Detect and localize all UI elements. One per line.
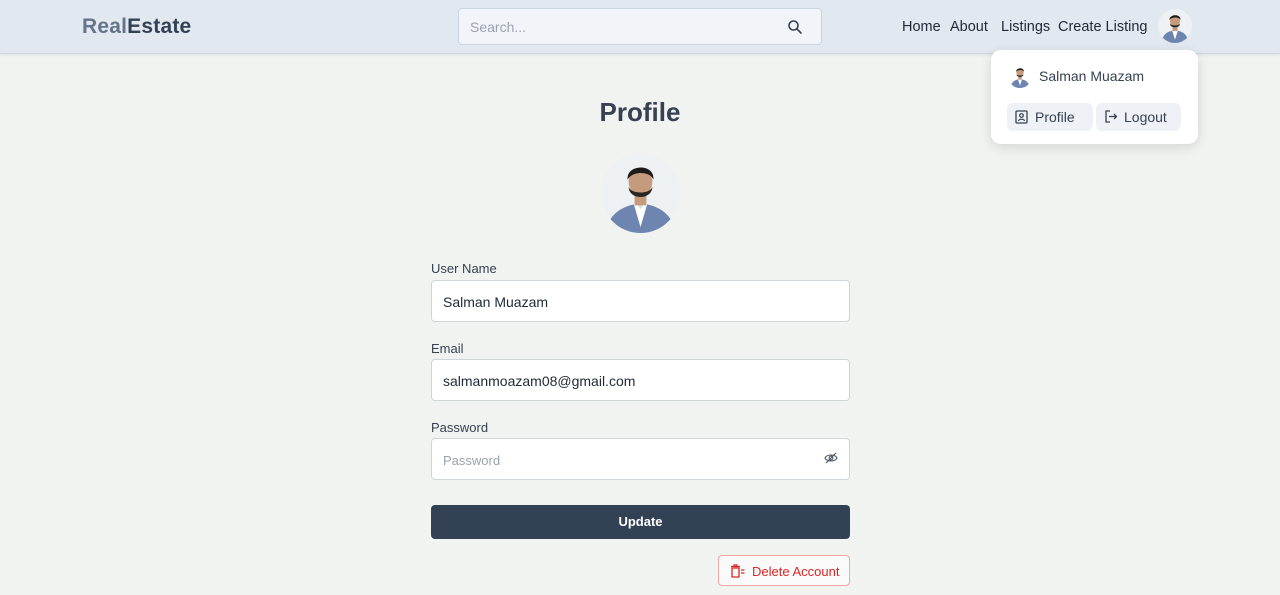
dropdown-avatar	[1008, 64, 1032, 88]
password-input[interactable]	[443, 450, 803, 470]
nav-link-home[interactable]: Home	[902, 19, 941, 35]
avatar-image	[1008, 64, 1032, 88]
top-navbar: RealEstate Home About Listings Create Li…	[0, 0, 1280, 54]
delete-account-button[interactable]: Delete Account	[718, 555, 850, 586]
eye-slash-icon[interactable]	[824, 451, 838, 465]
logo[interactable]: RealEstate	[82, 15, 191, 39]
email-field	[431, 359, 850, 401]
password-field	[431, 438, 850, 480]
logo-part-real: Real	[82, 15, 128, 38]
nav-link-about[interactable]: About	[950, 19, 988, 35]
update-button[interactable]: Update	[431, 505, 850, 539]
email-label: Email	[431, 341, 464, 356]
search-input[interactable]	[470, 17, 770, 37]
email-input[interactable]	[443, 371, 803, 391]
profile-avatar[interactable]	[601, 154, 680, 233]
page-title: Profile	[599, 97, 681, 127]
dropdown-user-name: Salman Muazam	[1039, 68, 1145, 84]
trash-icon	[731, 564, 745, 578]
logo-part-estate: Estate	[127, 15, 192, 38]
avatar-image	[601, 154, 680, 233]
user-avatar-button[interactable]	[1158, 9, 1192, 43]
username-label: User Name	[431, 261, 497, 276]
username-field	[431, 280, 850, 322]
search-icon[interactable]	[787, 19, 803, 35]
password-label: Password	[431, 420, 489, 435]
nav-link-create-listing[interactable]: Create Listing	[1058, 19, 1147, 35]
delete-account-label: Delete Account	[752, 564, 840, 579]
search-bar	[458, 8, 822, 45]
avatar-image	[1158, 9, 1192, 43]
nav-link-listings[interactable]: Listings	[1001, 19, 1050, 35]
username-input[interactable]	[443, 292, 803, 312]
